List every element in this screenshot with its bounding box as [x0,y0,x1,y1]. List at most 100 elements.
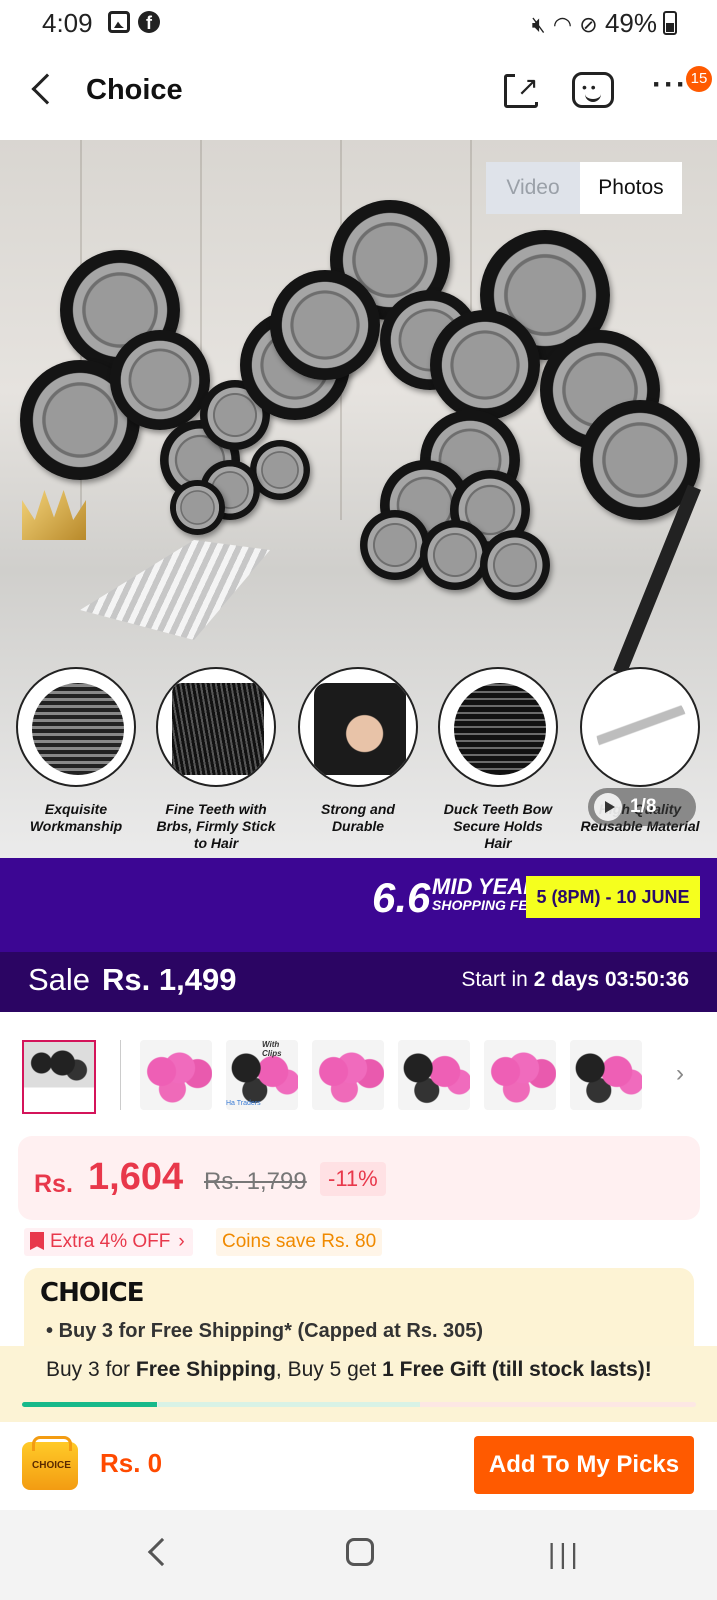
more-menu-icon[interactable]: ··· [652,68,688,102]
thumbnail-strip: With Clips Ha Traders › [0,1030,717,1122]
thumbnail-brand: Ha Traders [226,1100,261,1107]
nav-home-icon[interactable] [346,1538,374,1566]
shipping-progress-bar [22,1402,696,1407]
feature-label: Fine Teeth with Brbs, Firmly Stick to Ha… [156,801,276,851]
clips-image [80,540,270,640]
countdown-prefix: Start in [461,968,528,991]
page-title: Choice [86,74,183,106]
feature-item: Exquisite Workmanship [16,667,136,835]
shipping-text-part: , Buy 5 get [275,1358,383,1381]
status-battery-text: 🔇︎ ◠ ⊘ 49% [532,8,657,39]
promo-banner[interactable]: 6.6 MID YEAR SHOPPING FEST! 5 (8PM) - 10… [0,858,717,952]
coupon-icon [30,1232,44,1250]
nav-back-icon[interactable] [147,1537,177,1567]
add-to-my-picks-button[interactable]: Add To My Picks [474,1436,694,1494]
feature-image [298,667,418,787]
customer-service-icon[interactable] [572,72,614,108]
price-box: Rs. 1,604 Rs. 1,799 -11% [18,1136,700,1220]
sale-bar: Sale Rs. 1,499 Start in 2 days 03:50:36 [0,952,717,1012]
feature-label: Exquisite Workmanship [29,801,123,834]
choice-benefit-text: Buy 3 for Free Shipping* (Capped at Rs. … [58,1320,484,1342]
image-counter[interactable]: 1/8 [588,788,696,826]
feature-image [580,667,700,787]
thumbnail[interactable]: With Clips Ha Traders [226,1040,298,1110]
thumbnail-selected[interactable] [22,1040,96,1114]
sale-price: Rs. 1,499 [102,962,237,997]
crown-decoration [14,470,94,550]
progress-fill [22,1402,157,1407]
system-nav-bar: ||| [0,1510,717,1600]
battery-icon [663,11,677,35]
extra-off-label: Extra 4% OFF [50,1231,171,1252]
free-shipping-banner: Buy 3 for Free Shipping, Buy 5 get 1 Fre… [0,1346,717,1422]
shipping-text-bold: 1 Free Gift (till stock lasts)! [382,1358,652,1381]
discount-badge: -11% [320,1162,386,1196]
countdown-timer: 03:50:36 [604,968,689,991]
status-bar: 4:09 f 🔇︎ ◠ ⊘ 49% [0,0,717,48]
thumbnail-caption: With Clips [262,1040,282,1058]
price-current: 1,604 [88,1156,184,1198]
choice-panel: CHOICE • Buy 3 for Free Shipping* (Cappe… [24,1268,694,1348]
dnd-icon: ⊘ [579,12,598,37]
thumbnail[interactable] [570,1040,642,1110]
chevron-right-icon[interactable]: › [676,1060,684,1088]
back-arrow-icon[interactable] [31,73,63,105]
product-image-gallery[interactable]: Video Photos Exquisite Workmanship Fine … [0,140,717,858]
battery-percent: 49% [604,8,657,38]
feature-label: Duck Teeth Bow Secure Holds Hair [443,801,553,851]
thumbnail[interactable] [140,1040,212,1110]
choice-logo: CHOICE [40,1278,144,1308]
notification-badge: 15 [686,66,712,92]
share-icon[interactable] [504,71,541,108]
sale-countdown: Start in 2 days 03:50:36 [461,968,689,992]
media-toggle: Video Photos [486,162,682,214]
price-currency: Rs. [34,1170,73,1198]
tab-video[interactable]: Video [486,162,580,214]
choice-benefit: • Buy 3 for Free Shipping* (Capped at Rs… [46,1320,484,1342]
roller-image [420,520,490,590]
feature-image [156,667,276,787]
coins-save-badge: Coins save Rs. 80 [216,1228,383,1256]
thumbnail-divider [120,1040,121,1110]
progress-segment [420,1402,696,1407]
countdown-days: 2 days [533,968,600,991]
bottom-action-bar: CHOICE Rs. 0 Add To My Picks [0,1422,717,1510]
play-icon[interactable] [594,793,622,821]
roller-image [360,510,430,580]
feature-image [16,667,136,787]
cart-amount: Rs. 0 [100,1448,163,1478]
roller-image [270,270,380,380]
roller-image [430,310,540,420]
roller-image [110,330,210,430]
sale-label: Sale [28,962,91,997]
facebook-icon: f [138,11,160,33]
status-time: 4:09 [42,8,93,38]
roller-image [170,480,225,535]
shipping-text-bold: Free Shipping [135,1358,276,1381]
choice-cart-icon[interactable]: CHOICE [22,1436,78,1490]
cart-icon-label: CHOICE [32,1460,71,1471]
progress-segment [158,1402,420,1407]
feature-label: Strong and Durable [321,801,395,834]
image-counter-text: 1/8 [630,796,657,817]
shipping-text-part: Buy 3 for [46,1358,136,1381]
thumbnail[interactable] [312,1040,384,1110]
feature-item: Strong and Durable [298,667,418,835]
promo-dates: 5 (8PM) - 10 JUNE [526,876,700,918]
gallery-icon [108,11,130,33]
shipping-message: Buy 3 for Free Shipping, Buy 5 get 1 Fre… [46,1358,652,1382]
tab-photos[interactable]: Photos [580,162,682,214]
mute-icon: 🔇︎ [531,12,546,37]
feature-item: Duck Teeth Bow Secure Holds Hair [438,667,558,852]
wifi-icon: ◠ [552,12,573,37]
thumbnail[interactable] [484,1040,556,1110]
roller-image [480,530,550,600]
extra-off-coupon[interactable]: Extra 4% OFF › [24,1228,193,1256]
feature-image [438,667,558,787]
nav-recents-icon[interactable]: ||| [548,1538,582,1570]
promo-number: 6.6 [372,874,431,921]
app-header: Choice ··· 15 [0,48,717,140]
thumbnail[interactable] [398,1040,470,1110]
feature-item: Fine Teeth with Brbs, Firmly Stick to Ha… [156,667,276,852]
price-original: Rs. 1,799 [204,1168,307,1195]
